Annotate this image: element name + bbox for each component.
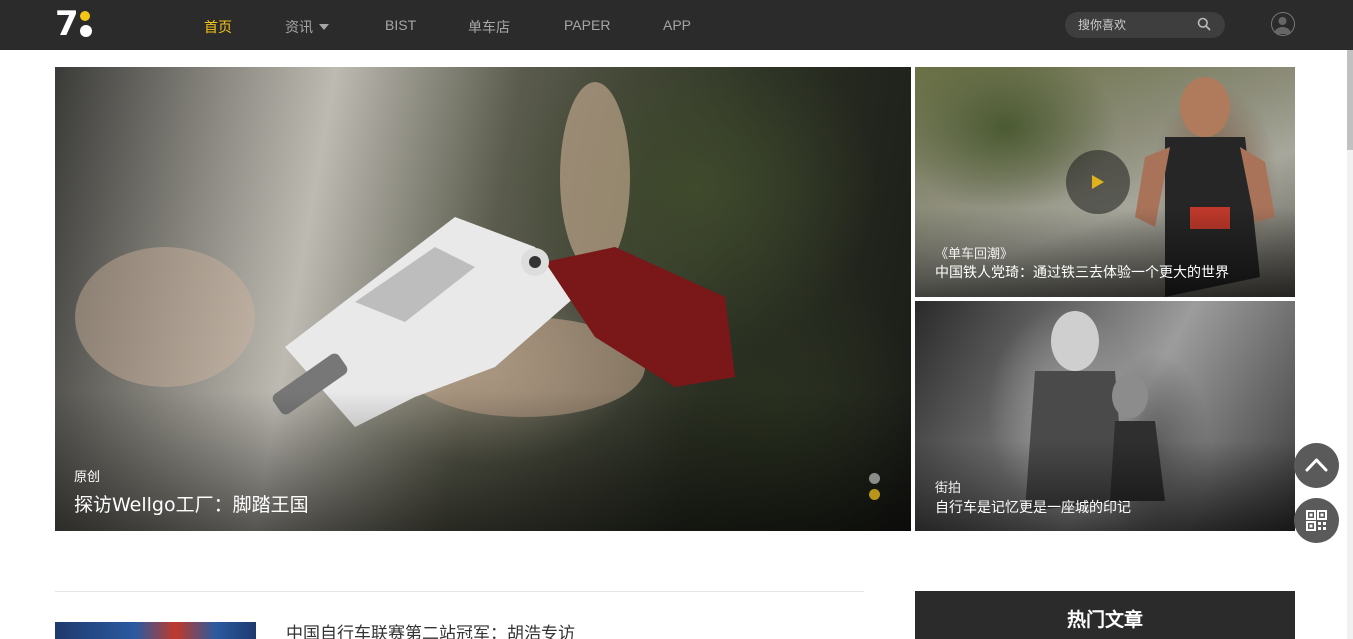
nav-news-label: 资讯	[285, 19, 313, 35]
nav-app[interactable]: APP	[663, 17, 691, 33]
article-thumbnail[interactable]	[55, 622, 256, 639]
page-scrollbar[interactable]	[1347, 50, 1353, 639]
play-icon	[1092, 175, 1104, 189]
article-title[interactable]: 中国自行车联赛第二站冠军：胡浩专访	[286, 619, 575, 639]
slider-dot-2[interactable]	[869, 489, 880, 500]
chevron-down-icon	[319, 24, 329, 30]
qr-code-button[interactable]	[1294, 498, 1339, 543]
card-title[interactable]: 中国铁人党琦：通过铁三去体验一个更大的世界	[935, 262, 1229, 282]
back-to-top-button[interactable]	[1294, 443, 1339, 488]
top-navbar: 7 首页 资讯 BIST 单车店 PAPER APP	[0, 0, 1353, 50]
side-card-triathlon[interactable]: 《单车回潮》 中国铁人党琦：通过铁三去体验一个更大的世界	[915, 67, 1295, 297]
logo-dot-white	[80, 25, 92, 37]
side-card-street[interactable]: 街拍 自行车是记忆更是一座城的印记	[915, 301, 1295, 531]
slider-dot-1[interactable]	[869, 473, 880, 484]
logo-dot-yellow	[80, 11, 90, 21]
search-box	[1065, 12, 1225, 38]
hot-articles-title: 热门文章	[1066, 609, 1143, 631]
card-category: 街拍	[935, 481, 962, 496]
qr-code-icon	[1306, 510, 1327, 531]
hero-slide[interactable]: 原创 探访Wellgo工厂：脚踏王国	[55, 67, 911, 531]
card-gradient	[915, 441, 1295, 531]
card-title[interactable]: 自行车是记忆更是一座城的印记	[935, 497, 1131, 517]
nav-bike-shop[interactable]: 单车店	[468, 17, 510, 37]
play-video-button[interactable]	[1066, 150, 1130, 214]
nav-bist[interactable]: BIST	[385, 17, 416, 33]
hero-category: 原创	[74, 470, 101, 485]
card-category: 《单车回潮》	[935, 247, 1014, 262]
slider-dots	[869, 473, 880, 505]
user-avatar-icon[interactable]	[1271, 12, 1295, 36]
scrollbar-thumb[interactable]	[1347, 50, 1353, 150]
nav-home[interactable]: 首页	[204, 17, 232, 37]
hero-title[interactable]: 探访Wellgo工厂：脚踏王国	[74, 490, 309, 517]
hot-articles-header: 热门文章	[915, 591, 1295, 639]
logo[interactable]: 7	[55, 5, 95, 43]
section-divider	[55, 591, 864, 592]
nav-news[interactable]: 资讯	[285, 17, 329, 37]
logo-seven: 7	[55, 4, 79, 44]
nav-paper[interactable]: PAPER	[564, 17, 610, 33]
chevron-up-icon	[1305, 458, 1328, 472]
search-icon[interactable]	[1197, 17, 1211, 31]
search-input[interactable]	[1078, 16, 1193, 34]
